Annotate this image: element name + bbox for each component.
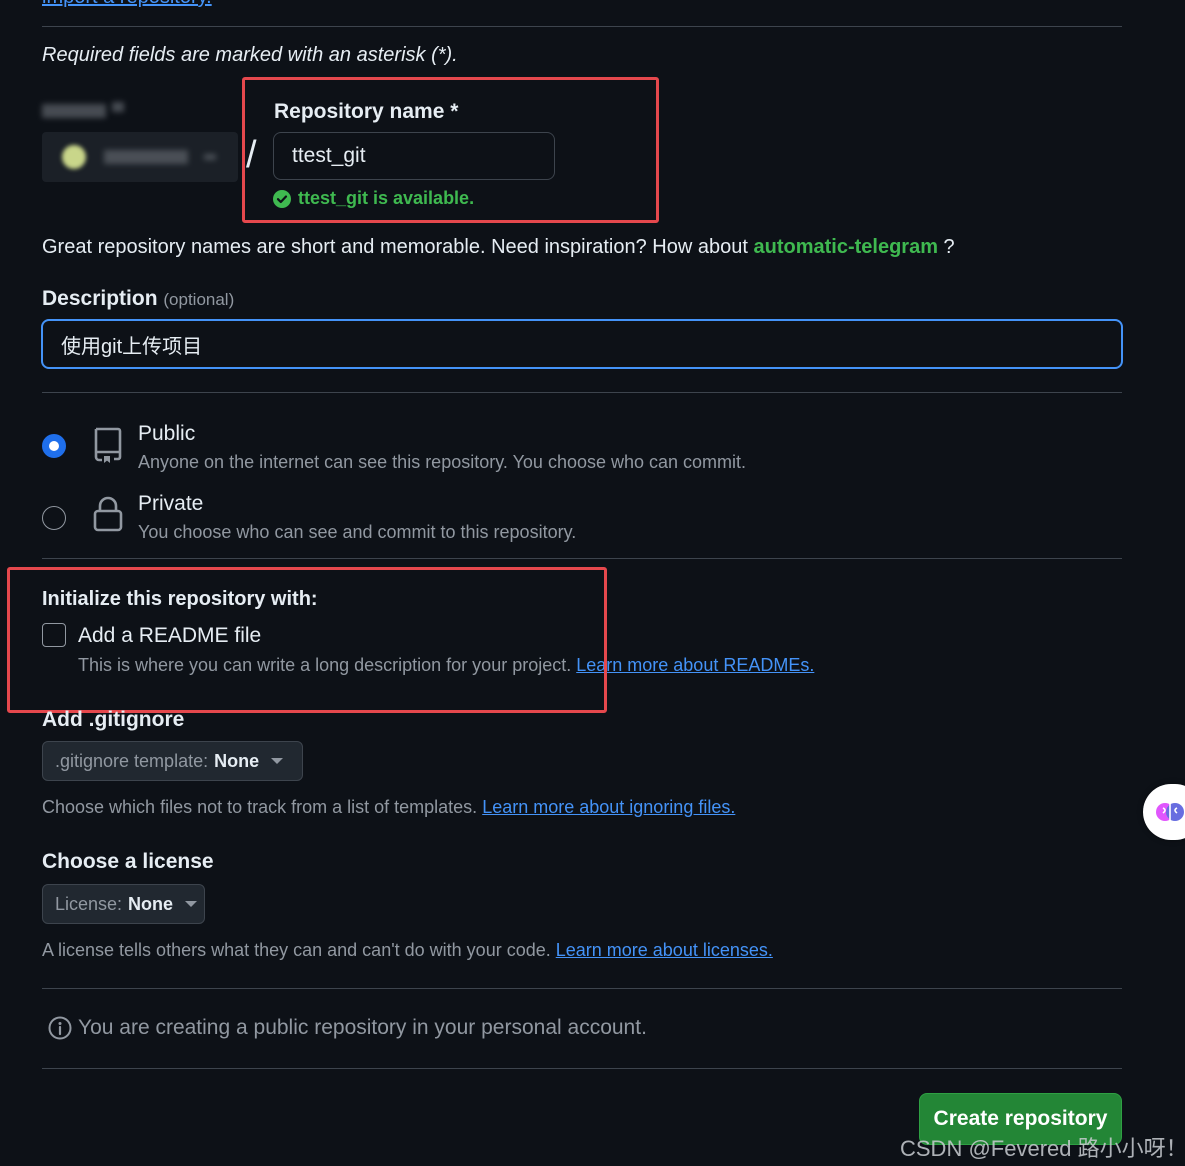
divider <box>42 988 1122 989</box>
gitignore-learn-more-link[interactable]: Learn more about ignoring files. <box>482 797 735 817</box>
private-title: Private <box>138 492 204 515</box>
divider <box>42 26 1122 27</box>
suggestion-suffix: ? <box>937 236 955 258</box>
gitignore-select-value: None <box>214 750 260 771</box>
license-select[interactable]: License: None <box>42 884 205 924</box>
description-value: 使用git上传项目 <box>61 335 203 358</box>
lock-icon <box>93 496 123 532</box>
license-help-text: A license tells others what they can and… <box>42 940 556 960</box>
caret-down-icon <box>271 758 284 764</box>
public-radio[interactable] <box>42 434 66 458</box>
divider <box>42 558 1122 559</box>
highlight-repo-name <box>242 77 659 223</box>
description-input[interactable]: 使用git上传项目 <box>41 319 1123 369</box>
public-title: Public <box>138 422 196 445</box>
description-label: Description (optional) <box>42 287 234 311</box>
caret-down-icon <box>185 901 198 907</box>
import-repository-link[interactable]: import a repository. <box>42 0 212 9</box>
create-repository-label: Create repository <box>933 1107 1108 1130</box>
brain-icon <box>1156 803 1184 821</box>
license-select-label: License: <box>55 893 123 914</box>
visibility-private-option[interactable]: Private You choose who can see and commi… <box>42 490 942 546</box>
info-icon <box>48 1016 72 1040</box>
optional-hint: (optional) <box>163 290 235 309</box>
public-desc: Anyone on the internet can see this repo… <box>138 452 747 472</box>
suggested-name[interactable]: automatic-telegram <box>753 236 938 258</box>
suggestion-prefix: Great repository names are short and mem… <box>42 236 754 258</box>
license-heading: Choose a license <box>42 850 214 873</box>
private-radio[interactable] <box>42 506 66 530</box>
gitignore-select-label: .gitignore template: <box>55 750 209 771</box>
gitignore-help-text: Choose which files not to track from a l… <box>42 797 483 817</box>
gitignore-help: Choose which files not to track from a l… <box>42 797 735 818</box>
gitignore-template-select[interactable]: .gitignore template: None <box>42 741 303 781</box>
visibility-public-option[interactable]: Public Anyone on the internet can see th… <box>42 420 942 476</box>
owner-select[interactable] <box>42 132 238 182</box>
repo-icon <box>94 427 122 463</box>
watermark: CSDN @Fevered 路小小呀！ <box>900 1136 1185 1161</box>
license-learn-more-link[interactable]: Learn more about licenses. <box>556 940 773 960</box>
divider <box>42 1068 1122 1069</box>
info-note: You are creating a public repository in … <box>48 1016 647 1040</box>
info-note-text: You are creating a public repository in … <box>78 1016 647 1039</box>
floating-assistant-button[interactable] <box>1143 784 1185 840</box>
name-suggestion: Great repository names are short and mem… <box>42 236 955 259</box>
description-label-text: Description <box>42 287 158 310</box>
license-select-value: None <box>128 893 174 914</box>
avatar <box>62 145 86 169</box>
highlight-initialize <box>7 567 607 713</box>
required-note: Required fields are marked with an aster… <box>42 44 458 66</box>
gitignore-heading: Add .gitignore <box>42 708 185 731</box>
private-desc: You choose who can see and commit to thi… <box>138 522 577 542</box>
divider <box>42 392 1122 393</box>
readme-learn-more-link[interactable]: Learn more about READMEs. <box>576 655 814 675</box>
license-help: A license tells others what they can and… <box>42 940 773 961</box>
